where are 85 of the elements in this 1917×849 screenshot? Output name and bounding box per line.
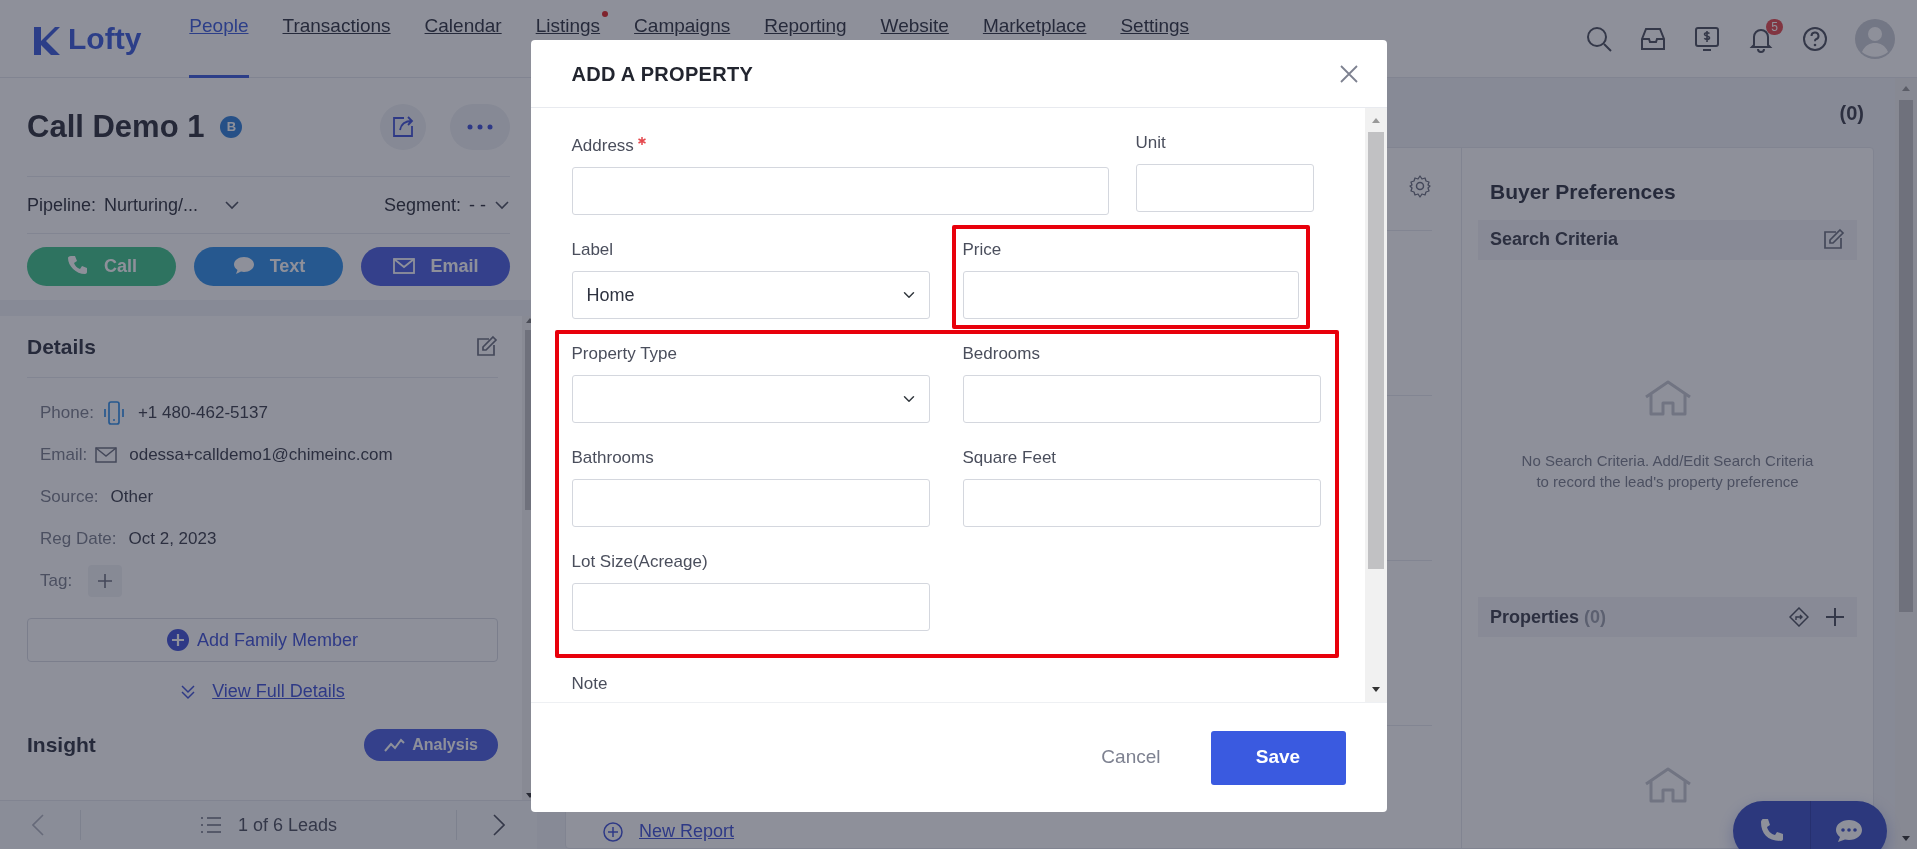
field-label: Address bbox=[571, 135, 634, 157]
add-tag-button[interactable] bbox=[88, 565, 123, 597]
field-value: +1 480-462-5137 bbox=[137, 402, 268, 425]
trend-line-icon bbox=[384, 737, 407, 753]
close-icon[interactable] bbox=[1338, 63, 1359, 84]
lead-counter: 1 of 6 Leads bbox=[237, 813, 338, 837]
edit-icon[interactable] bbox=[1821, 227, 1845, 252]
analysis-button[interactable]: Analysis bbox=[364, 729, 498, 761]
field-label: Label bbox=[571, 239, 614, 261]
dollar-screen-icon[interactable] bbox=[1693, 24, 1721, 53]
pipeline-dropdown[interactable]: Pipeline: Nurturing/... bbox=[27, 191, 241, 219]
add-family-member-button[interactable]: Add Family Member bbox=[27, 618, 498, 662]
input-field[interactable] bbox=[962, 271, 1299, 319]
section-title: Insight bbox=[27, 732, 96, 759]
more-icon bbox=[467, 124, 493, 130]
field-value: Other bbox=[110, 486, 154, 509]
vibrating-phone-icon bbox=[101, 400, 126, 426]
segment-dropdown[interactable]: Segment: - - bbox=[383, 191, 510, 219]
lead-name: Call Demo 1 bbox=[27, 108, 205, 146]
field-label: Property Type bbox=[571, 343, 678, 365]
buyer-badge: B bbox=[220, 116, 243, 138]
field-label: Phone: bbox=[40, 402, 94, 425]
pipeline-value: Nurturing/... bbox=[104, 193, 199, 217]
email-button[interactable]: Email bbox=[361, 246, 510, 286]
logo: Lofty bbox=[68, 21, 142, 57]
cancel-button[interactable]: Cancel bbox=[1075, 730, 1187, 785]
field-label: Tag: bbox=[40, 570, 73, 593]
view-full-details-link[interactable]: View Full Details bbox=[27, 678, 498, 705]
plus-icon bbox=[97, 573, 114, 589]
section-title: Details bbox=[27, 333, 96, 360]
search-icon[interactable] bbox=[1585, 24, 1613, 53]
save-button[interactable]: Save bbox=[1210, 730, 1346, 785]
notification-badge: 5 bbox=[1766, 18, 1783, 35]
field-label: Square Feet bbox=[962, 447, 1057, 469]
segment-value: - - bbox=[469, 193, 486, 217]
input-field[interactable] bbox=[571, 167, 1109, 215]
double-chevron-icon bbox=[180, 683, 197, 700]
field-value: odessa+calldemo1@chimeinc.com bbox=[129, 444, 393, 467]
select-field[interactable] bbox=[571, 375, 930, 423]
nav-link[interactable]: Transactions bbox=[282, 0, 391, 78]
input-field[interactable] bbox=[571, 583, 930, 631]
chevron-down-icon bbox=[494, 200, 510, 210]
panel-title: Buyer Preferences bbox=[1489, 179, 1677, 205]
field-label: Unit bbox=[1135, 132, 1166, 154]
input-field[interactable] bbox=[962, 479, 1321, 527]
input-field[interactable] bbox=[571, 479, 930, 527]
field-label: Lot Size(Acreage) bbox=[571, 551, 708, 573]
segment-label: Segment: bbox=[383, 193, 461, 217]
field-label: Bathrooms bbox=[571, 447, 654, 469]
chevron-down-icon bbox=[224, 200, 241, 210]
plus-circle-icon bbox=[166, 629, 189, 651]
dialog-title: ADD A PROPERTY bbox=[571, 61, 754, 86]
gear-icon[interactable] bbox=[1408, 174, 1432, 198]
text-button[interactable]: Text bbox=[194, 246, 343, 286]
plus-circle-icon bbox=[603, 821, 623, 842]
pipeline-label: Pipeline: bbox=[27, 193, 97, 217]
plus-icon[interactable] bbox=[1825, 607, 1845, 627]
scroll-down-icon[interactable] bbox=[1370, 686, 1381, 694]
field-label: Bedrooms bbox=[962, 343, 1040, 365]
list-icon bbox=[199, 816, 222, 834]
input-field[interactable] bbox=[1135, 164, 1314, 212]
field-value: Oct 2, 2023 bbox=[128, 528, 217, 551]
more-button[interactable] bbox=[450, 104, 510, 150]
field-label: Reg Date: bbox=[40, 528, 117, 551]
share-icon bbox=[390, 114, 416, 140]
share-button[interactable] bbox=[380, 104, 426, 150]
new-report-link[interactable]: New Report bbox=[603, 818, 1432, 845]
edit-icon[interactable] bbox=[474, 334, 498, 359]
envelope-icon bbox=[95, 446, 118, 464]
select-field[interactable]: Home bbox=[571, 271, 930, 319]
empty-state-message: No Search Criteria. Add/Edit Search Criteria to record the lead's property preference bbox=[1520, 450, 1815, 493]
help-icon[interactable] bbox=[1801, 24, 1829, 53]
scrollbar[interactable] bbox=[1364, 108, 1387, 702]
route-diamond-icon[interactable] bbox=[1789, 607, 1809, 627]
input-field[interactable] bbox=[962, 375, 1321, 423]
section-title: Search Criteria bbox=[1490, 228, 1619, 251]
field-label: Price bbox=[962, 239, 1002, 261]
chevron-left-icon[interactable] bbox=[32, 814, 44, 836]
chevron-right-icon[interactable] bbox=[493, 814, 505, 836]
field-label: Note bbox=[571, 673, 608, 695]
activity-count: (0) bbox=[1839, 100, 1864, 126]
add-edit-search-criteria-link[interactable]: Add/Edit Search Criteria bbox=[1652, 451, 1814, 469]
field-label: Email: bbox=[40, 444, 88, 467]
field-label: Source: bbox=[40, 486, 99, 509]
nav-link[interactable]: Calendar bbox=[424, 0, 502, 78]
